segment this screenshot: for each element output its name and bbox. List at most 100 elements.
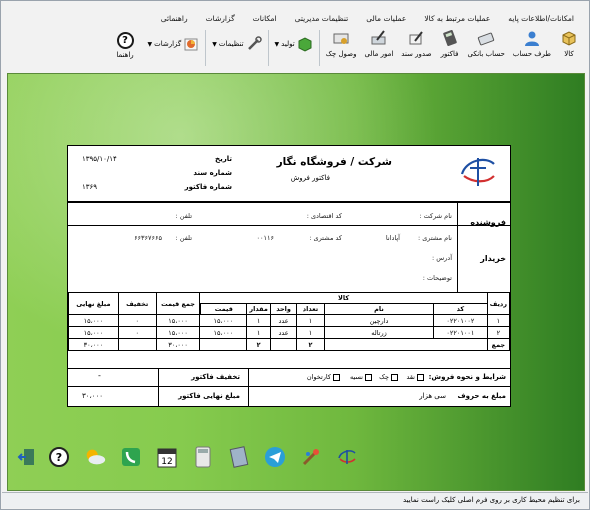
terms-pos-checkbox[interactable]: کارتخوان [307,373,340,381]
terms-cheque-checkbox[interactable]: چک [379,373,398,381]
divider [68,201,510,203]
chevron-down-icon[interactable]: ▼ [212,41,217,48]
menu-item-admin-settings[interactable]: تنظیمات مدیریتی [286,12,358,26]
menu-item-basic-info[interactable]: امکانات/اطلاعات پایه [499,12,583,26]
seller-section: فروشنده نام شرکت : کد اقتصادی : تلفن : [68,204,510,227]
seller-econ-code-label: کد اقتصادی : [306,212,342,220]
menu-item-reports[interactable]: گزارشات [197,12,244,26]
menu-item-features[interactable]: امکانات [244,12,286,26]
pen-doc-icon [406,28,426,48]
checkbox-box[interactable] [391,373,398,381]
col-code: کد [432,303,488,315]
cell-row: ۲ [486,326,511,339]
menu-item-goods-ops[interactable]: عملیات مرتبط به کالا [415,12,499,26]
sum-final: ۳۰،۰۰۰ [68,338,119,351]
invoice-discount-value: - [98,371,101,380]
terms-cash-checkbox[interactable]: نقد [406,373,424,381]
phone-icon[interactable] [119,445,143,469]
menu-item-financial-ops[interactable]: عملیات مالی [357,12,415,26]
toolbar-finance-button[interactable]: امور مالی [361,28,398,70]
telegram-icon[interactable] [263,445,287,469]
toolbar-goods-button[interactable]: کالا [555,28,583,70]
help-icon[interactable]: ? [47,445,71,469]
table-row[interactable]: ۱ ۰۲۲۰۱۰۰۲ دارچین ۱ عدد ۱ ۱۵،۰۰۰ ۱۵،۰۰۰ … [68,314,511,327]
terms-cash-label: نقد [406,373,415,381]
cell-price: ۱۵،۰۰۰ [199,326,248,339]
toolbar-separator [267,30,269,66]
toolbar-party-button[interactable]: طرف حساب [509,28,555,70]
toolbar-reports-button[interactable]: گزارشات ▼ [144,28,204,52]
col-row: ردیف [486,292,511,315]
invoice-number-label: شماره فاکتور [184,183,232,191]
help-icon: ? [116,32,134,49]
calculator-icon [440,28,460,48]
table-row[interactable]: ۲ ۰۲۲۰۱۰۰۱ زرتاله ۱ عدد ۱ ۱۵،۰۰۰ ۱۵،۰۰۰ … [68,326,511,339]
invoice-type: فاکتور فروش [290,174,330,182]
seller-company-label: نام شرکت : [419,212,452,220]
cell-price: ۱۵،۰۰۰ [199,314,248,327]
items-table: ردیف کالا جمع قیمت تخفیف مبلغ نهایی کد ن… [68,292,511,351]
buyer-title: خریدار [480,254,506,263]
toolbar-bank-account-button[interactable]: حساب بانکی [464,28,509,70]
amount-in-words-label: مبلغ به حروف [457,392,506,400]
menu-item-help[interactable]: راهنمائی [152,12,197,26]
amount-in-words-value: سی هزار [419,392,446,400]
sum-empty [323,338,488,351]
final-amount-box: مبلغ نهایی فاکتور ۳۰،۰۰۰ [68,386,248,406]
toolbar-finance-label: امور مالی [364,50,394,58]
checkbox-box[interactable] [333,373,340,381]
menu-bar: امکانات/اطلاعات پایه عملیات مرتبط به کال… [161,12,583,26]
logo-icon[interactable] [335,445,359,469]
terms-credit-checkbox[interactable]: نسیه [350,373,372,381]
cell-total: ۱۵،۰۰۰ [155,314,201,327]
buyer-name-value: آپادانا [385,234,400,242]
toolbar-production-button[interactable]: تولید ▼ [271,28,317,52]
quick-launch-dock: ? 12 [1,445,590,475]
chart-pie-icon [183,36,199,52]
cell-total: ۱۵،۰۰۰ [155,326,201,339]
company-name: شرکت / فروشگاه نگار [276,156,392,168]
toolbar-invoice-button[interactable]: فاکتور [436,28,464,70]
col-unit: واحد [270,303,298,315]
calculator-icon[interactable] [191,445,215,469]
sum-total: ۳۰،۰۰۰ [155,338,201,351]
toolbar-bank-account-label: حساب بانکی [467,50,505,58]
col-discount: تخفیف [117,292,157,315]
svg-text:?: ? [56,451,62,464]
toolbar-issue-doc-button[interactable]: صدور سند [397,28,435,70]
terms-cheque-label: چک [379,373,389,381]
cell-qty: ۱ [246,326,272,339]
buyer-notes-label: توضیحات : [422,274,452,282]
paint-icon[interactable] [299,445,323,469]
exit-icon[interactable] [15,445,39,469]
weather-icon[interactable] [83,445,107,469]
cell-qty: ۱ [246,314,272,327]
status-text: برای تنظیم محیط کاری بر روی فرم اصلی کلی… [403,496,580,504]
col-group-goods: کالا [199,292,488,304]
box-icon [559,28,579,48]
cell-unit: عدد [270,314,298,327]
cell-final: ۱۵،۰۰۰ [68,314,119,327]
col-qty: مقدار [246,303,272,315]
buyer-name-label: نام مشتری : [417,234,452,242]
notes-icon[interactable] [227,445,251,469]
col-name: نام [323,303,434,315]
cell-discount: ۰ [117,326,157,339]
date-value: ۱۳۹۵/۱۰/۱۴ [82,155,117,163]
chevron-down-icon[interactable]: ▼ [148,41,153,48]
divider [457,203,458,225]
toolbar-invoice-label: فاکتور [440,50,459,58]
app-window: امکانات/اطلاعات پایه عملیات مرتبط به کال… [0,0,590,510]
calendar-icon[interactable]: 12 [155,445,179,469]
help-button[interactable]: ? راهنما [107,29,143,69]
logo-icon [460,158,495,186]
toolbar-reports-label: گزارشات [154,40,182,48]
buyer-section: خریدار نام مشتری : آپادانا کد مشتری : ۰۰… [68,224,510,292]
buyer-code-label: کد مشتری : [309,234,342,242]
toolbar-settings-button[interactable]: تنظیمات ▼ [208,28,265,52]
buyer-address-label: آدرس : [431,254,452,262]
chevron-down-icon[interactable]: ▼ [275,41,280,48]
checkbox-box[interactable] [365,373,372,381]
checkbox-box[interactable] [417,373,424,381]
toolbar-cheque-button[interactable]: وصول چک [322,28,361,70]
